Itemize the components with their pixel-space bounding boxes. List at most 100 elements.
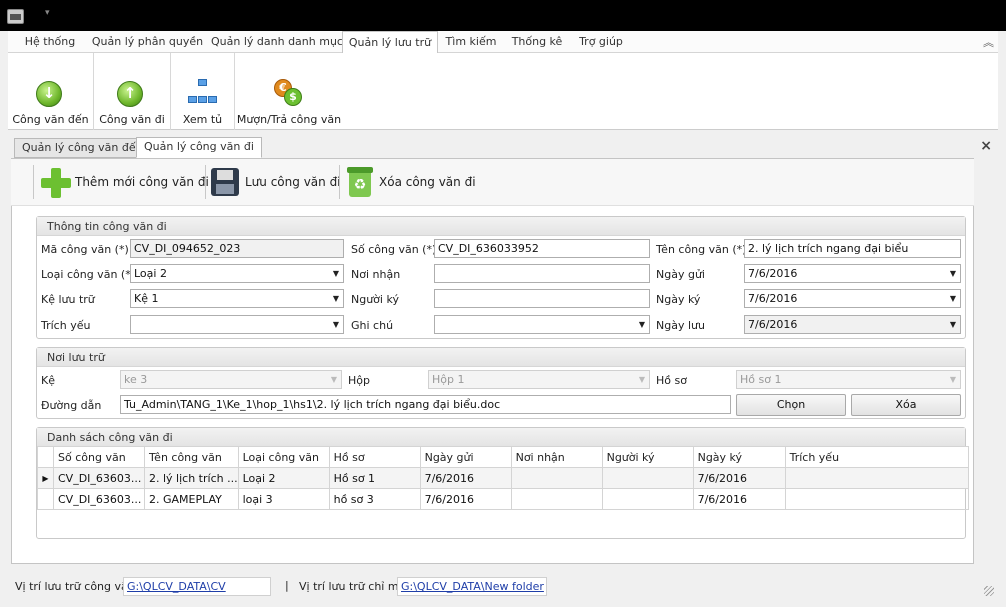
- table-cell[interactable]: 7/6/2016: [692, 467, 786, 489]
- table-cell[interactable]: CV_DI_63603...: [53, 467, 145, 489]
- table-cell[interactable]: [510, 488, 603, 510]
- column-header[interactable]: Số công văn: [53, 446, 145, 468]
- table-cell[interactable]: 2. lý lịch trích ...: [144, 467, 239, 489]
- storage-ke-select[interactable]: ke 3 ▼: [120, 370, 342, 389]
- storage-hop-select[interactable]: Hộp 1 ▼: [428, 370, 650, 389]
- loai-cong-van-select[interactable]: Loại 2 ▼: [130, 264, 344, 283]
- column-header[interactable]: Loại công văn: [237, 446, 330, 468]
- so-cong-van-field[interactable]: CV_DI_636033952: [434, 239, 650, 258]
- chevron-down-icon: ▼: [332, 320, 339, 329]
- save-cong-van-di-button[interactable]: Lưu công văn đi: [209, 164, 341, 200]
- action-toolbar: Thêm mới công văn đi Lưu công văn đi Xóa…: [11, 159, 974, 206]
- path-field[interactable]: Tu_Admin\TANG_1\Ke_1\hop_1\hs1\2. lý lịc…: [120, 395, 731, 414]
- chevron-down-icon: ▼: [332, 294, 339, 303]
- save-label: Lưu công văn đi: [245, 175, 341, 189]
- ghi-chu-select[interactable]: ▼: [434, 315, 650, 334]
- storage-hoso-label: Hồ sơ: [656, 374, 687, 387]
- table-cell[interactable]: loại 3: [237, 488, 330, 510]
- chevron-down-icon: ▼: [949, 320, 956, 329]
- row-indicator: [37, 488, 54, 510]
- table-cell[interactable]: 7/6/2016: [692, 488, 786, 510]
- tab-tro-giup[interactable]: Trợ giúp: [576, 31, 626, 53]
- table-cell[interactable]: [784, 467, 969, 489]
- ma-cong-van-field[interactable]: CV_DI_094652_023: [130, 239, 344, 258]
- table-cell[interactable]: 2. GAMEPLAY: [144, 488, 239, 510]
- cong-van-di-label: Công văn đi: [99, 113, 165, 126]
- ribbon-group-muon-tra: € $ Mượn/Trả công văn: [235, 53, 343, 130]
- muon-tra-cong-van-button[interactable]: € $ Mượn/Trả công văn: [235, 53, 343, 130]
- column-header[interactable]: Người ký: [601, 446, 694, 468]
- delete-path-button[interactable]: Xóa: [851, 394, 961, 416]
- muon-tra-label: Mượn/Trả công văn: [236, 113, 342, 126]
- plus-icon: [41, 168, 71, 198]
- hierarchy-icon: [188, 79, 218, 107]
- trich-yeu-select[interactable]: ▼: [130, 315, 344, 334]
- table-cell[interactable]: 7/6/2016: [419, 488, 512, 510]
- tab-thong-ke[interactable]: Thống kê: [508, 31, 566, 53]
- row-indicator-header: [37, 446, 54, 468]
- ngay-luu-picker[interactable]: 7/6/2016 ▼: [744, 315, 961, 334]
- table-cell[interactable]: [601, 488, 694, 510]
- current-row-arrow-icon: ▶: [37, 467, 54, 489]
- column-header[interactable]: Nơi nhận: [510, 446, 603, 468]
- xem-tu-button[interactable]: Xem tủ: [171, 53, 234, 130]
- table-cell[interactable]: [601, 467, 694, 489]
- info-title: Thông tin công văn đi: [37, 217, 965, 236]
- cong-van-di-button[interactable]: ↑ Công văn đi: [94, 53, 170, 130]
- ribbon-collapse-icon[interactable]: ︽: [983, 34, 994, 50]
- table-cell[interactable]: Hồ sơ 1: [328, 467, 421, 489]
- noi-nhan-field[interactable]: [434, 264, 650, 283]
- quick-access-dropdown-icon[interactable]: ▾: [45, 8, 50, 18]
- ngay-gui-label: Ngày gửi: [656, 268, 705, 281]
- table-cell[interactable]: [510, 467, 603, 489]
- app-icon[interactable]: [7, 9, 24, 24]
- tab-quan-ly-cong-van-den[interactable]: Quản lý công văn đến: [14, 138, 151, 158]
- table-cell[interactable]: hồ sơ 3: [328, 488, 421, 510]
- storage-hop-value: Hộp 1: [432, 373, 465, 386]
- choose-button[interactable]: Chọn: [736, 394, 846, 416]
- ngay-gui-value: 7/6/2016: [748, 267, 798, 280]
- tab-tim-kiem[interactable]: Tìm kiếm: [445, 31, 497, 53]
- table-cell[interactable]: CV_DI_63603...: [53, 488, 145, 510]
- status-separator: |: [285, 579, 289, 592]
- delete-cong-van-di-button[interactable]: Xóa công văn đi: [343, 164, 476, 200]
- cong-van-den-button[interactable]: ↓ Công văn đến: [8, 53, 93, 130]
- loai-cong-van-value: Loại 2: [134, 267, 167, 280]
- resize-grip-icon[interactable]: [984, 586, 994, 596]
- cong-van-di-table: Số công văn Tên công văn Loại công văn H…: [37, 446, 969, 510]
- table-cell[interactable]: 7/6/2016: [419, 467, 512, 489]
- add-cong-van-di-button[interactable]: Thêm mới công văn đi: [37, 164, 209, 200]
- table-cell[interactable]: [784, 488, 969, 510]
- storage-hoso-select[interactable]: Hồ sơ 1 ▼: [736, 370, 961, 389]
- tab-quan-ly-cong-van-di[interactable]: Quản lý công văn đi: [136, 137, 262, 158]
- column-header[interactable]: Ngày gửi: [419, 446, 512, 468]
- storage-ke-value: ke 3: [124, 373, 148, 386]
- table-cell[interactable]: Loại 2: [237, 467, 330, 489]
- close-icon[interactable]: ×: [980, 138, 992, 154]
- storage-hoso-value: Hồ sơ 1: [740, 373, 782, 386]
- cong-van-den-label: Công văn đến: [12, 113, 89, 126]
- ma-cong-van-label: Mã công văn (*): [41, 243, 129, 256]
- table-row[interactable]: CV_DI_63603... 2. GAMEPLAY loại 3 hồ sơ …: [37, 488, 969, 510]
- chevron-down-icon: ▼: [330, 375, 337, 384]
- tab-quan-ly-luu-tru[interactable]: Quản lý lưu trữ: [342, 31, 438, 54]
- ngay-luu-label: Ngày lưu: [656, 319, 705, 332]
- cv-location-link[interactable]: G:\QLCV_DATA\CV: [123, 577, 271, 596]
- ngay-ky-picker[interactable]: 7/6/2016 ▼: [744, 289, 961, 308]
- chevron-down-icon: ▼: [638, 375, 645, 384]
- ke-luu-tru-select[interactable]: Kệ 1 ▼: [130, 289, 344, 308]
- tab-quan-ly-phan-quyen[interactable]: Quản lý phân quyền: [90, 31, 205, 53]
- ngay-gui-picker[interactable]: 7/6/2016 ▼: [744, 264, 961, 283]
- nguoi-ky-field[interactable]: [434, 289, 650, 308]
- trich-yeu-label: Trích yếu: [41, 319, 91, 332]
- column-header[interactable]: Hồ sơ: [328, 446, 421, 468]
- tab-he-thong[interactable]: Hệ thống: [17, 31, 83, 53]
- tab-quan-ly-danh-muc[interactable]: Quản lý danh danh mục: [211, 31, 343, 53]
- index-location-link[interactable]: G:\QLCV_DATA\New folder: [397, 577, 547, 596]
- column-header[interactable]: Trích yếu: [784, 446, 969, 468]
- ten-cong-van-field[interactable]: 2. lý lịch trích ngang đại biểu: [744, 239, 961, 258]
- column-header[interactable]: Tên công văn: [144, 446, 239, 468]
- ke-luu-tru-value: Kệ 1: [134, 292, 159, 305]
- table-row[interactable]: ▶ CV_DI_63603... 2. lý lịch trích ... Lo…: [37, 467, 969, 489]
- column-header[interactable]: Ngày ký: [692, 446, 786, 468]
